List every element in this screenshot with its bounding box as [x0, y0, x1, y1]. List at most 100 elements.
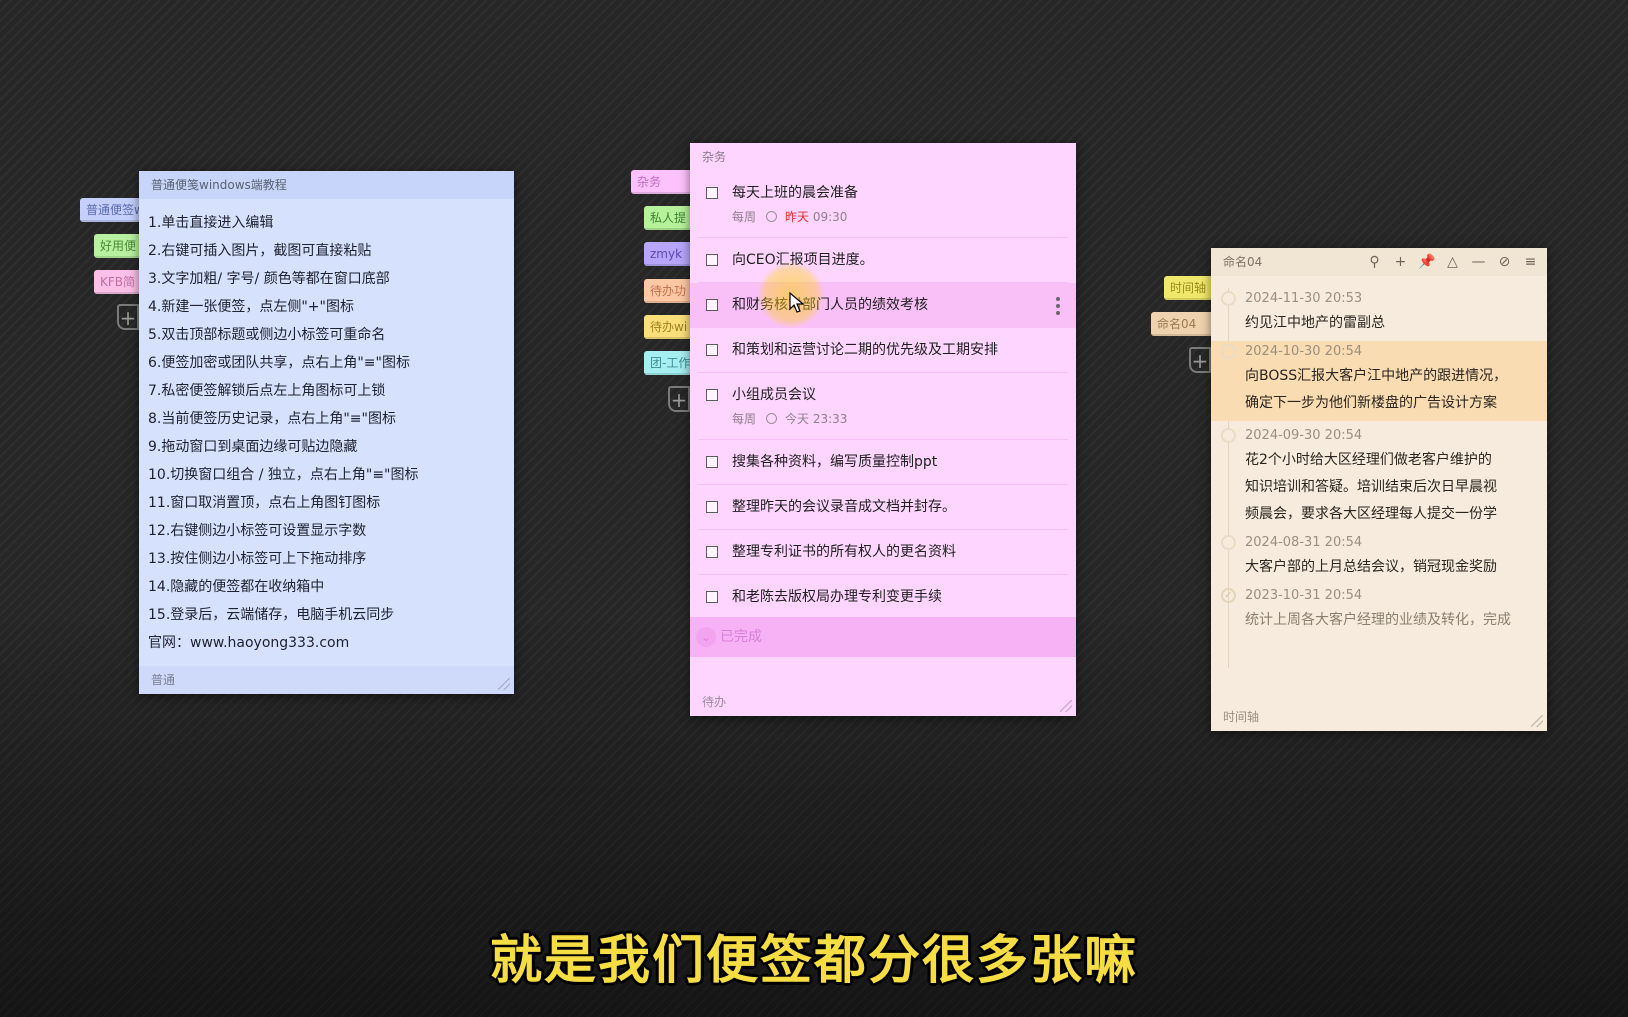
note-window-todo[interactable]: 杂务 每天上班的晨会准备 每周 昨天 09:30 向CEO汇报项目进度。 和财务核…: [690, 143, 1076, 716]
note-line: 4.新建一张便签，点左侧"+"图标: [148, 299, 354, 315]
plus-icon[interactable]: +: [1392, 253, 1409, 271]
minimize-icon[interactable]: —: [1470, 253, 1487, 271]
side-tab-note2-5[interactable]: 团-工作: [644, 351, 691, 375]
note-type-label: 时间轴: [1223, 710, 1260, 724]
completed-section-toggle[interactable]: ⌄ 已完成: [690, 617, 1076, 657]
todo-checkbox[interactable]: [706, 546, 718, 558]
entry-date: 2024-10-30 20:54: [1245, 344, 1363, 359]
todo-text[interactable]: 和老陈去版权局办理专利变更手续: [720, 575, 1068, 607]
resize-grip[interactable]: [1531, 715, 1543, 727]
note-line: 14.隐藏的便签都在收纳箱中: [148, 579, 325, 595]
todo-item[interactable]: 小组成员会议 每周 今天 23:33: [698, 373, 1068, 440]
todo-item[interactable]: 搜集各种资料，编写质量控制ppt: [698, 440, 1068, 485]
note-window-timeline[interactable]: 命名04 ⚲ + 📌 △ — ⊘ ≡ 2024-11-30 20:53 约见江中…: [1211, 248, 1547, 731]
todo-text[interactable]: 搜集各种资料，编写质量控制ppt: [720, 440, 1068, 472]
more-options-icon[interactable]: [1056, 297, 1060, 318]
note-line: 1.单击直接进入编辑: [148, 215, 274, 231]
title-toolbar: ⚲ + 📌 △ — ⊘ ≡: [1366, 253, 1539, 271]
timeline-dot: [1221, 344, 1236, 359]
note-line: 10.切换窗口组合 / 独立，点右上角"≡"图标: [148, 467, 419, 483]
entry-text[interactable]: 大客户部的上月总结会议，销冠现金奖励: [1245, 554, 1547, 581]
todo-checkbox[interactable]: [706, 591, 718, 603]
todo-text[interactable]: 整理专利证书的所有权人的更名资料: [720, 530, 1068, 562]
todo-item-hovered[interactable]: 和财务核对部门人员的绩效考核: [690, 283, 1076, 328]
todo-checkbox[interactable]: [706, 501, 718, 513]
side-tab-note2-0[interactable]: 杂务: [631, 170, 691, 194]
todo-text[interactable]: 每天上班的晨会准备: [720, 171, 1068, 203]
add-note-button[interactable]: +: [117, 304, 139, 330]
side-tab-note1-2[interactable]: KFB简: [94, 270, 140, 294]
note-type-label: 普通: [151, 673, 176, 687]
menu-icon[interactable]: ≡: [1522, 253, 1539, 271]
entry-date: 2024-09-30 20:54: [1245, 428, 1363, 443]
timeline-dot: [1221, 428, 1236, 443]
side-tab-note2-1[interactable]: 私人提: [644, 206, 691, 230]
note-line: 5.双击顶部标题或侧边小标签可重命名: [148, 327, 386, 343]
timeline-entry[interactable]: 2024-08-31 20:54 大客户部的上月总结会议，销冠现金奖励: [1211, 532, 1547, 585]
side-tab-note1-0[interactable]: 普通便签w: [80, 198, 140, 222]
timeline-dot: [1221, 535, 1236, 550]
add-note-button[interactable]: +: [668, 386, 690, 412]
timeline-entry[interactable]: 2024-09-30 20:54 花2个小时给大区经理们做老客户维护的 知识培训…: [1211, 421, 1547, 532]
todo-meta: 每周 昨天 09:30: [720, 203, 1068, 225]
video-subtitle: 就是我们便签都分很多张嘛: [489, 931, 1138, 991]
todo-text[interactable]: 向CEO汇报项目进度。: [720, 238, 1068, 270]
note-footer: 普通: [139, 666, 514, 694]
side-tab-note3-0[interactable]: 时间轴: [1164, 276, 1212, 300]
note-line: 11.窗口取消置顶，点右上角图钉图标: [148, 495, 381, 511]
entry-text[interactable]: 统计上周各大客户经理的业绩及转化，完成: [1245, 607, 1547, 634]
timeline-dot: [1221, 291, 1236, 306]
todo-checkbox[interactable]: [706, 254, 718, 266]
entry-text[interactable]: 花2个小时给大区经理们做老客户维护的: [1245, 447, 1547, 474]
todo-checkbox[interactable]: [706, 389, 718, 401]
entry-text[interactable]: 约见江中地产的雷副总: [1245, 310, 1547, 337]
todo-item[interactable]: 和老陈去版权局办理专利变更手续: [698, 575, 1068, 620]
completed-label: 已完成: [720, 629, 762, 645]
side-tab-note2-4[interactable]: 待办wi: [644, 315, 691, 339]
entry-text[interactable]: 知识培训和答疑。培训结束后次日早晨视: [1245, 474, 1547, 501]
timeline-entry-completed[interactable]: ✓ 2023-10-31 20:54 统计上周各大客户经理的业绩及转化，完成: [1211, 585, 1547, 634]
pin-icon[interactable]: 📌: [1418, 253, 1435, 271]
todo-item[interactable]: 整理昨天的会议录音成文档并封存。: [698, 485, 1068, 530]
entry-text[interactable]: 确定下一步为他们新楼盘的广告设计方案: [1245, 390, 1547, 417]
todo-item[interactable]: 向CEO汇报项目进度。: [698, 238, 1068, 283]
note-line: 12.右键侧边小标签可设置显示字数: [148, 523, 367, 539]
todo-text[interactable]: 整理昨天的会议录音成文档并封存。: [720, 485, 1068, 517]
repeat-label: 每周: [732, 412, 757, 426]
note-title[interactable]: 普通便笺windows端教程: [139, 171, 514, 199]
todo-checkbox[interactable]: [706, 187, 718, 199]
check-circle-icon: ✓: [1221, 588, 1236, 603]
note-footer: 待办: [690, 688, 1076, 716]
todo-checkbox[interactable]: [706, 456, 718, 468]
timeline-entry[interactable]: 2024-11-30 20:53 约见江中地产的雷副总: [1211, 288, 1547, 341]
eye-hidden-icon[interactable]: ⊘: [1496, 253, 1513, 271]
entry-text[interactable]: 向BOSS汇报大客户江中地产的跟进情况，: [1245, 363, 1547, 390]
resize-grip[interactable]: [498, 678, 510, 690]
note-line: 3.文字加粗/ 字号/ 颜色等都在窗口底部: [148, 271, 390, 287]
note-line: 13.按住侧边小标签可上下拖动排序: [148, 551, 367, 567]
entry-text[interactable]: 频晨会，要求各大区经理每人提交一份学: [1245, 501, 1547, 528]
side-tab-note1-1[interactable]: 好用便: [94, 234, 140, 258]
note-line: 2.右键可插入图片，截图可直接粘贴: [148, 243, 372, 259]
todo-text[interactable]: 和策划和运营讨论二期的优先级及工期安排: [720, 328, 1068, 360]
todo-checkbox[interactable]: [706, 299, 718, 311]
todo-item[interactable]: 和策划和运营讨论二期的优先级及工期安排: [698, 328, 1068, 373]
search-icon[interactable]: ⚲: [1366, 253, 1383, 271]
timeline-entry-highlighted[interactable]: 2024-10-30 20:54 向BOSS汇报大客户江中地产的跟进情况， 确定…: [1211, 341, 1547, 421]
website-link[interactable]: 官网：www.haoyong333.com: [148, 629, 505, 657]
todo-item[interactable]: 整理专利证书的所有权人的更名资料: [698, 530, 1068, 575]
shirt-icon[interactable]: △: [1444, 253, 1461, 271]
side-tab-note2-2[interactable]: zmyk: [644, 242, 691, 266]
add-note-button[interactable]: +: [1189, 347, 1211, 373]
side-tab-note2-3[interactable]: 待办功: [644, 279, 691, 303]
side-tab-note3-1[interactable]: 命名04: [1151, 312, 1212, 336]
note-window-tutorial[interactable]: 普通便笺windows端教程 1.单击直接进入编辑 2.右键可插入图片，截图可直…: [139, 171, 514, 694]
todo-item[interactable]: 每天上班的晨会准备 每周 昨天 09:30: [698, 171, 1068, 238]
note-title[interactable]: 杂务: [690, 143, 1076, 171]
todo-text[interactable]: 小组成员会议: [720, 373, 1068, 405]
entry-date: 2023-10-31 20:54: [1245, 588, 1363, 603]
note-body[interactable]: 1.单击直接进入编辑 2.右键可插入图片，截图可直接粘贴 3.文字加粗/ 字号/…: [139, 199, 514, 667]
todo-checkbox[interactable]: [706, 344, 718, 356]
resize-grip[interactable]: [1060, 700, 1072, 712]
alarm-clock-icon: [766, 413, 778, 424]
